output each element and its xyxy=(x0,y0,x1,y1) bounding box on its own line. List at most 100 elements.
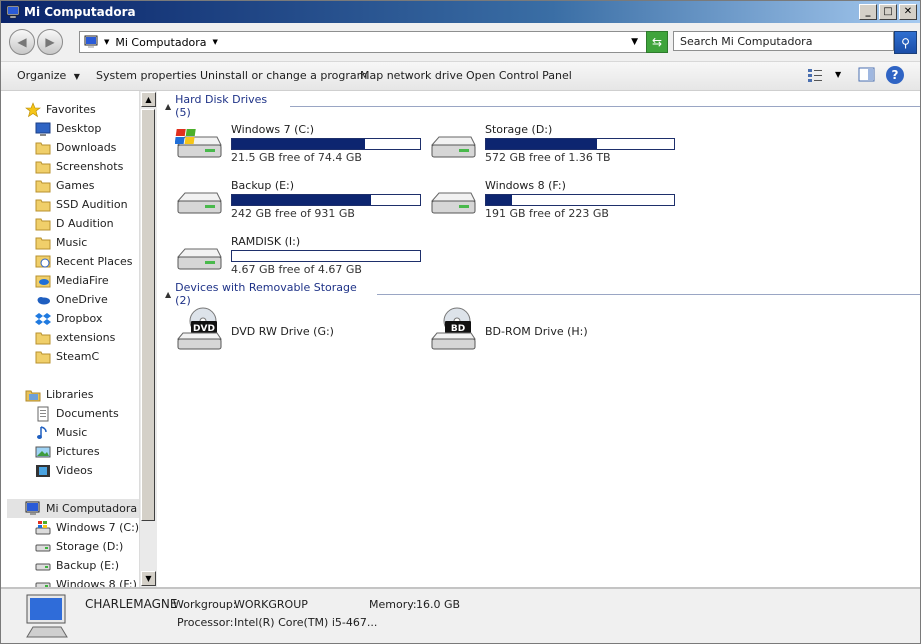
collapse-icon: ▲ xyxy=(165,101,172,111)
arrow-right-icon: ▶ xyxy=(45,35,55,49)
nav-lib-documents[interactable]: Documents xyxy=(35,404,119,423)
nav-item-extensions[interactable]: extensions xyxy=(35,328,115,347)
nav-item-music[interactable]: Music xyxy=(35,233,87,252)
search-button[interactable]: ⚲ xyxy=(894,31,917,54)
nav-label: Dropbox xyxy=(56,312,103,325)
drive-free-space: 191 GB free of 223 GB xyxy=(485,207,609,220)
nav-label: Games xyxy=(56,179,95,192)
nav-libraries[interactable]: Libraries xyxy=(25,385,94,404)
drive-name: DVD RW Drive (G:) xyxy=(231,325,334,338)
drive-tile[interactable]: Storage (D:) 572 GB free of 1.36 TB xyxy=(429,121,679,173)
dvd-drive-icon: DVD xyxy=(175,307,223,351)
group-header-hdd[interactable]: ▲ Hard Disk Drives (5) xyxy=(165,93,920,119)
folder-icon xyxy=(35,330,51,346)
nav-computer[interactable]: Mi Computadora xyxy=(7,499,139,518)
forward-button[interactable]: ▶ xyxy=(37,29,63,55)
hard-drive-icon xyxy=(175,239,223,275)
nav-scrollbar[interactable]: ▲ ▼ xyxy=(139,91,157,587)
hard-drive-icon xyxy=(175,183,223,219)
workgroup-value: WORKGROUP xyxy=(234,598,308,611)
windows-drive-icon xyxy=(35,520,51,536)
nav-item-screenshots[interactable]: Screenshots xyxy=(35,157,123,176)
nav-item-mediafire[interactable]: MediaFire xyxy=(35,271,109,290)
nav-label: Windows 8 (F:) xyxy=(56,578,137,587)
collapse-icon: ▲ xyxy=(165,289,172,299)
preview-pane-icon[interactable] xyxy=(858,67,876,83)
view-dropdown-icon[interactable]: ▼ xyxy=(835,70,841,79)
nav-item-dropbox[interactable]: Dropbox xyxy=(35,309,102,328)
nav-favorites[interactable]: Favorites xyxy=(25,100,96,119)
address-dropdown-icon[interactable]: ▼ xyxy=(631,37,638,47)
nav-label: Screenshots xyxy=(56,160,124,173)
breadcrumb-chevron-icon[interactable]: ▼ xyxy=(213,38,218,46)
nav-item-games[interactable]: Games xyxy=(35,176,94,195)
nav-lib-music[interactable]: Music xyxy=(35,423,87,442)
nav-item-recent-places[interactable]: Recent Places xyxy=(35,252,133,271)
nav-lib-videos[interactable]: Videos xyxy=(35,461,93,480)
nav-label: Videos xyxy=(56,464,93,477)
bd-drive-icon: BD xyxy=(429,307,477,351)
drive-tile[interactable]: RAMDISK (I:) 4.67 GB free of 4.67 GB xyxy=(175,233,425,285)
pictures-icon xyxy=(35,444,51,460)
drive-tile[interactable]: Windows 7 (C:) 21.5 GB free of 74.4 GB xyxy=(174,121,425,173)
open-control-panel-button[interactable]: Open Control Panel xyxy=(466,69,572,82)
search-input[interactable]: Search Mi Computadora xyxy=(673,31,894,51)
nav-label: extensions xyxy=(56,331,116,344)
organize-button[interactable]: Organize ▼ xyxy=(17,69,80,82)
folder-icon xyxy=(35,349,51,365)
workgroup-label: Workgroup: xyxy=(173,598,237,611)
nav-drive-backup-e[interactable]: Backup (E:) xyxy=(35,556,119,575)
drive-usage-bar xyxy=(485,138,675,150)
navigation-pane: Favorites Desktop Downloads Screenshots Gam… xyxy=(1,91,139,587)
address-input[interactable]: ▼ Mi Computadora ▼ ▼ xyxy=(79,31,647,53)
nav-item-d-audition[interactable]: D Audition xyxy=(35,214,114,233)
nav-label: SteamC xyxy=(56,350,100,363)
removable-drive-tile[interactable]: BD BD-ROM Drive (H:) xyxy=(429,307,679,359)
drive-usage-bar xyxy=(231,138,421,150)
nav-drive-storage-d[interactable]: Storage (D:) xyxy=(35,537,123,556)
maximize-button[interactable]: □ xyxy=(879,4,897,20)
map-network-drive-button[interactable]: Map network drive xyxy=(360,69,463,82)
libraries-icon xyxy=(25,387,41,403)
group-header-removable[interactable]: ▲ Devices with Removable Storage (2) xyxy=(165,281,920,307)
system-properties-button[interactable]: System properties xyxy=(96,69,197,82)
nav-drive-windows-8-f[interactable]: Windows 8 (F:) xyxy=(35,575,137,587)
drive-tile[interactable]: Windows 8 (F:) 191 GB free of 223 GB xyxy=(429,177,679,229)
view-options-icon[interactable] xyxy=(807,67,825,83)
breadcrumb-item[interactable]: Mi Computadora xyxy=(115,36,206,49)
nav-item-ssd-audition[interactable]: SSD Audition xyxy=(35,195,128,214)
drive-usage-bar xyxy=(231,194,421,206)
folder-icon xyxy=(35,197,51,213)
breadcrumb-chevron-icon[interactable]: ▼ xyxy=(104,38,109,46)
minimize-button[interactable]: _ xyxy=(859,4,877,20)
refresh-icon: ⇆ xyxy=(651,35,663,49)
nav-item-desktop[interactable]: Desktop xyxy=(35,119,101,138)
removable-drive-tile[interactable]: DVD DVD RW Drive (G:) xyxy=(175,307,425,359)
hard-drive-icon xyxy=(35,558,51,574)
nav-item-downloads[interactable]: Downloads xyxy=(35,138,116,157)
drive-name: Backup (E:) xyxy=(231,179,295,192)
scroll-down-arrow-icon[interactable]: ▼ xyxy=(141,571,156,586)
drive-tile[interactable]: Backup (E:) 242 GB free of 931 GB xyxy=(175,177,425,229)
dropbox-icon xyxy=(35,311,51,327)
nav-label: Storage (D:) xyxy=(56,540,124,553)
scroll-up-arrow-icon[interactable]: ▲ xyxy=(141,92,156,107)
back-button[interactable]: ◀ xyxy=(9,29,35,55)
arrow-left-icon: ◀ xyxy=(17,35,27,49)
videos-icon xyxy=(35,463,51,479)
uninstall-program-button[interactable]: Uninstall or change a program xyxy=(200,69,367,82)
nav-item-onedrive[interactable]: OneDrive xyxy=(35,290,108,309)
refresh-button[interactable]: ⇆ xyxy=(646,31,668,53)
scroll-thumb[interactable] xyxy=(141,109,155,521)
computer-icon xyxy=(6,5,20,19)
help-icon[interactable]: ? xyxy=(886,66,904,84)
nav-drive-windows-7-c[interactable]: Windows 7 (C:) xyxy=(35,518,139,537)
drive-name: Windows 8 (F:) xyxy=(485,179,566,192)
nav-label: Backup (E:) xyxy=(56,559,120,572)
close-button[interactable]: ✕ xyxy=(899,4,917,20)
nav-label: Pictures xyxy=(56,445,100,458)
nav-lib-pictures[interactable]: Pictures xyxy=(35,442,100,461)
title-bar[interactable]: Mi Computadora _ □ ✕ xyxy=(1,1,920,23)
memory-value: 16.0 GB xyxy=(416,598,461,611)
nav-item-steamc[interactable]: SteamC xyxy=(35,347,99,366)
